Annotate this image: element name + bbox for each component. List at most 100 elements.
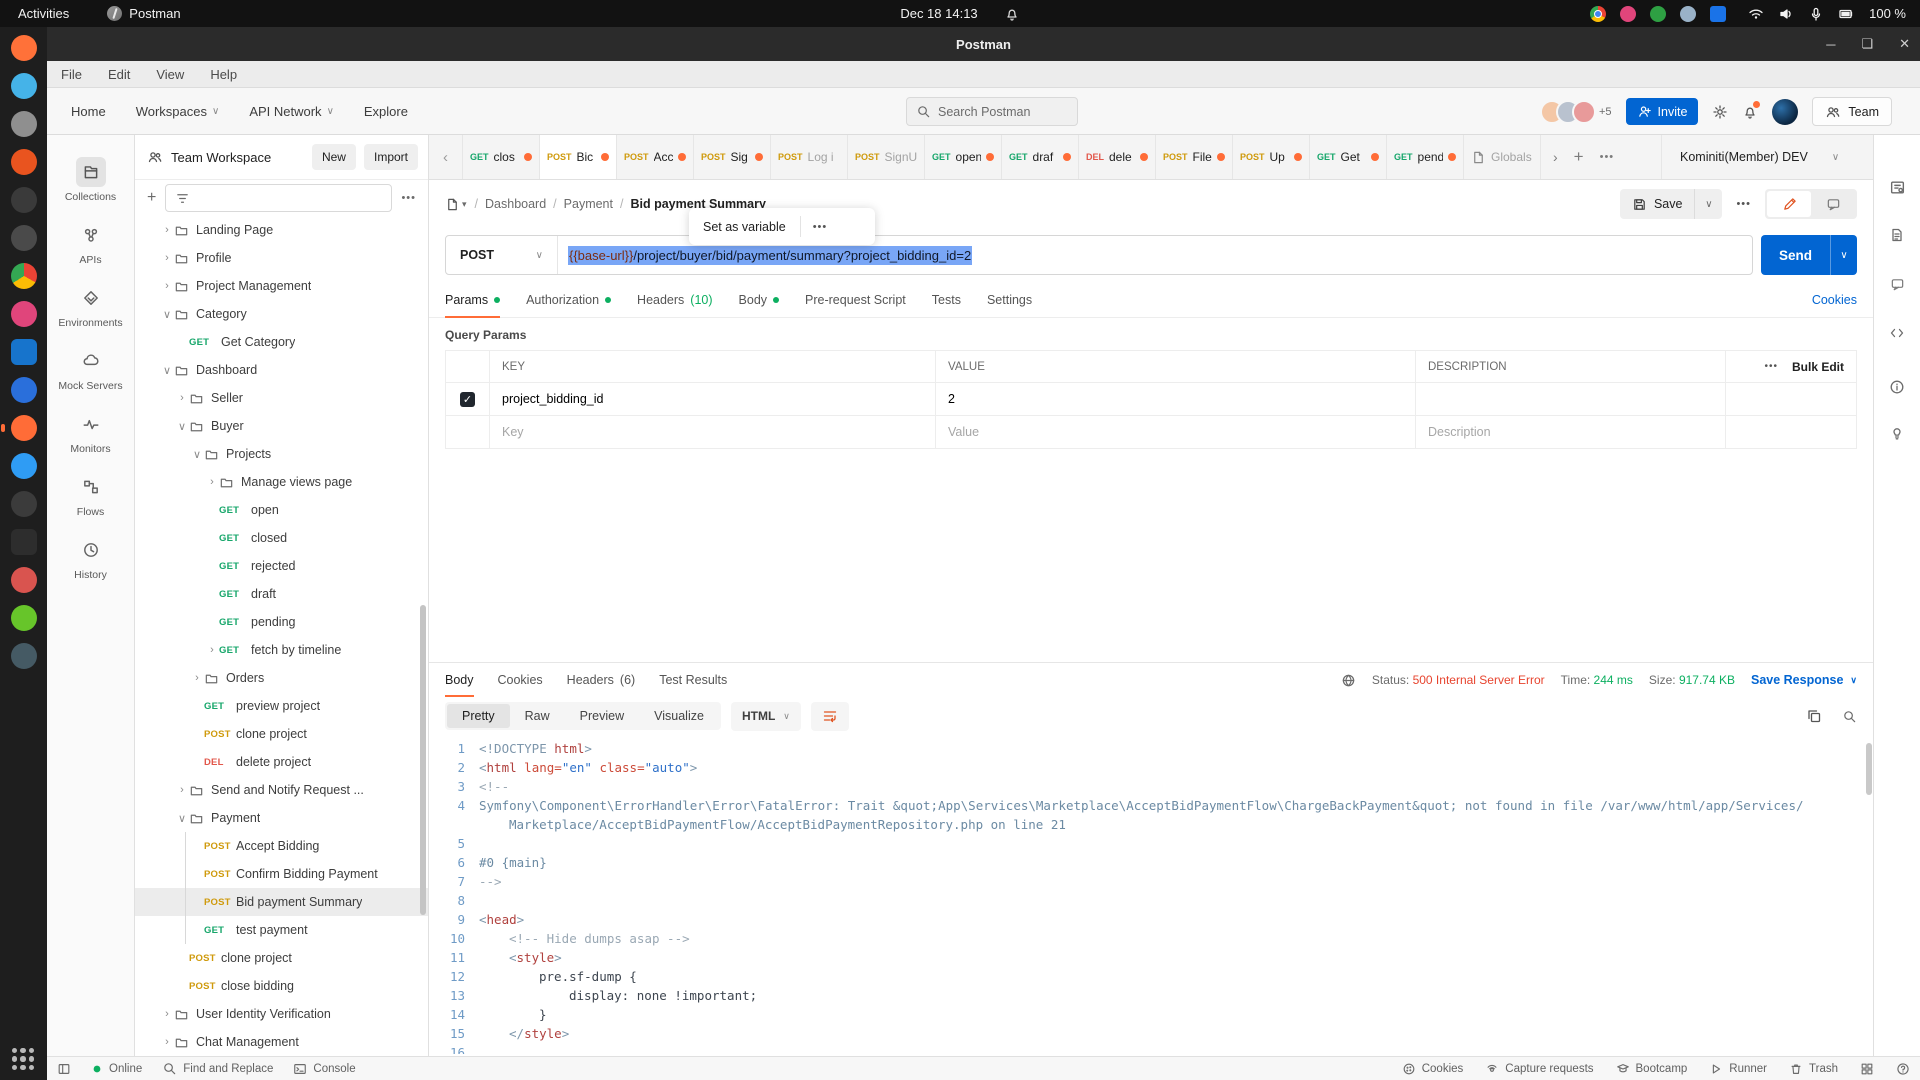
- footer-runner[interactable]: Runner: [1709, 1062, 1767, 1076]
- tree-request-clone-project[interactable]: POSTclone project: [135, 720, 428, 748]
- menu-view[interactable]: View: [156, 67, 184, 82]
- tab-headers[interactable]: Headers (10): [637, 282, 712, 318]
- minimize-button[interactable]: ─: [1826, 37, 1835, 52]
- activities-button[interactable]: Activities: [18, 6, 69, 21]
- tree-folder-orders[interactable]: ›Orders: [135, 664, 428, 692]
- tree-request-clone-project[interactable]: POSTclone project: [135, 944, 428, 972]
- search-input[interactable]: Search Postman: [906, 97, 1078, 126]
- notifications-icon[interactable]: [1742, 104, 1758, 120]
- import-button[interactable]: Import: [364, 144, 418, 170]
- format-select[interactable]: HTML∨: [731, 702, 801, 731]
- tree-request-confirm-bidding-payment[interactable]: POSTConfirm Bidding Payment: [135, 860, 428, 888]
- response-scrollbar[interactable]: [1866, 743, 1872, 795]
- battery-icon[interactable]: [1838, 6, 1855, 22]
- app-blue-tray-icon[interactable]: [1680, 6, 1696, 22]
- menu-file[interactable]: File: [61, 67, 82, 82]
- footer-capture-requests[interactable]: Capture requests: [1485, 1062, 1593, 1076]
- tree-request-close-bidding[interactable]: POSTclose bidding: [135, 972, 428, 1000]
- popup-more-icon[interactable]: •••: [801, 221, 840, 233]
- invite-button[interactable]: Invite: [1626, 98, 1699, 125]
- tab-authorization[interactable]: Authorization: [526, 282, 611, 318]
- clock[interactable]: Dec 18 14:13: [900, 6, 977, 21]
- dock-teams[interactable]: [7, 335, 41, 369]
- dock-terminal[interactable]: [7, 525, 41, 559]
- rail-history[interactable]: History: [47, 535, 134, 581]
- open-tab-acc[interactable]: POSTAcc: [617, 135, 694, 179]
- tree-request-accept-bidding[interactable]: POSTAccept Bidding: [135, 832, 428, 860]
- rail-mock-servers[interactable]: Mock Servers: [47, 346, 134, 392]
- tree-request-delete-project[interactable]: DELdelete project: [135, 748, 428, 776]
- copy-icon[interactable]: [1806, 708, 1822, 724]
- footer-console[interactable]: Console: [293, 1062, 355, 1076]
- tab-settings[interactable]: Settings: [987, 282, 1032, 318]
- nav-api-network[interactable]: API Network∨: [249, 104, 334, 119]
- bulk-edit-button[interactable]: Bulk Edit: [1792, 360, 1844, 374]
- tree-request-rejected[interactable]: GETrejected: [135, 552, 428, 580]
- chrome-tray-icon[interactable]: [1590, 6, 1606, 22]
- wifi-icon[interactable]: [1748, 6, 1764, 22]
- show-applications-button[interactable]: [8, 1044, 38, 1074]
- open-tab-log-i[interactable]: POSTLog i: [771, 135, 848, 179]
- view-preview[interactable]: Preview: [565, 704, 639, 728]
- tree-request-closed[interactable]: GETclosed: [135, 524, 428, 552]
- volume-icon[interactable]: [1778, 6, 1794, 22]
- open-tab-file[interactable]: POSTFile: [1156, 135, 1233, 179]
- tree-request-fetch-by-timeline[interactable]: ›GETfetch by timeline: [135, 636, 428, 664]
- team-avatar[interactable]: [1772, 99, 1798, 125]
- team-button[interactable]: Team: [1812, 97, 1892, 126]
- tree-request-pending[interactable]: GETpending: [135, 608, 428, 636]
- wrap-lines-button[interactable]: [811, 702, 849, 731]
- workspace-name[interactable]: Team Workspace: [171, 150, 271, 165]
- tree-folder-buyer[interactable]: ∨Buyer: [135, 412, 428, 440]
- rail-monitors[interactable]: Monitors: [47, 409, 134, 455]
- param-value[interactable]: 2: [936, 383, 1416, 415]
- param-desc[interactable]: [1416, 383, 1726, 415]
- resp-tab-body[interactable]: Body: [445, 663, 474, 697]
- notification-bell-icon[interactable]: [1004, 6, 1020, 22]
- tree-folder-manage-views-page[interactable]: ›Manage views page: [135, 468, 428, 496]
- teamviewer-tray-icon[interactable]: [1710, 6, 1726, 22]
- tree-folder-send-and-notify-request-[interactable]: ›Send and Notify Request ...: [135, 776, 428, 804]
- dock-docker[interactable]: [7, 639, 41, 673]
- settings-gear-icon[interactable]: [1712, 104, 1728, 120]
- tree-folder-payment[interactable]: ∨Payment: [135, 804, 428, 832]
- footer-grid[interactable]: [1860, 1062, 1874, 1076]
- tab-params[interactable]: Params: [445, 282, 500, 318]
- dock-help[interactable]: [7, 183, 41, 217]
- microphone-icon[interactable]: [1808, 6, 1824, 22]
- focused-app[interactable]: Postman: [107, 6, 180, 21]
- tree-request-test-payment[interactable]: GETtest payment: [135, 916, 428, 944]
- dock-software[interactable]: [7, 145, 41, 179]
- param-value-placeholder[interactable]: Value: [936, 416, 1416, 448]
- tabs-forward-icon[interactable]: ›: [1553, 149, 1558, 165]
- open-tab-bic[interactable]: POSTBic: [540, 135, 617, 179]
- tree-folder-user-identity-verification[interactable]: ›User Identity Verification: [135, 1000, 428, 1028]
- code-icon[interactable]: [1874, 325, 1920, 341]
- open-tab-sig[interactable]: POSTSig: [694, 135, 771, 179]
- app-pink-tray-icon[interactable]: [1620, 6, 1636, 22]
- set-as-variable-button[interactable]: Set as variable: [689, 220, 800, 234]
- send-button[interactable]: Send ∨: [1761, 235, 1857, 275]
- open-tab-pend[interactable]: GETpend: [1387, 135, 1464, 179]
- open-tab-signu[interactable]: POSTSignU: [848, 135, 925, 179]
- dock-jetbrains[interactable]: [7, 487, 41, 521]
- cookies-link[interactable]: Cookies: [1812, 293, 1857, 307]
- rail-collections[interactable]: Collections: [47, 157, 134, 203]
- param-checkbox[interactable]: ✓: [460, 392, 475, 407]
- menu-edit[interactable]: Edit: [108, 67, 130, 82]
- dock-android-studio[interactable]: [7, 601, 41, 635]
- param-key-placeholder[interactable]: Key: [490, 416, 936, 448]
- open-tab-draf[interactable]: GETdraf: [1002, 135, 1079, 179]
- footer-bootcamp[interactable]: Bootcamp: [1616, 1062, 1688, 1076]
- nav-explore[interactable]: Explore: [364, 104, 408, 119]
- resp-tab-cookies[interactable]: Cookies: [498, 663, 543, 697]
- tree-folder-projects[interactable]: ∨Projects: [135, 440, 428, 468]
- env-panel-icon[interactable]: [1874, 179, 1920, 196]
- sidebar-scrollbar[interactable]: [420, 605, 426, 915]
- send-options-caret[interactable]: ∨: [1830, 235, 1857, 275]
- tree-folder-seller[interactable]: ›Seller: [135, 384, 428, 412]
- footer-trash[interactable]: Trash: [1789, 1062, 1838, 1076]
- documentation-icon[interactable]: [1874, 227, 1920, 243]
- new-tab-button[interactable]: +: [1574, 147, 1584, 167]
- tree-folder-category[interactable]: ∨Category: [135, 300, 428, 328]
